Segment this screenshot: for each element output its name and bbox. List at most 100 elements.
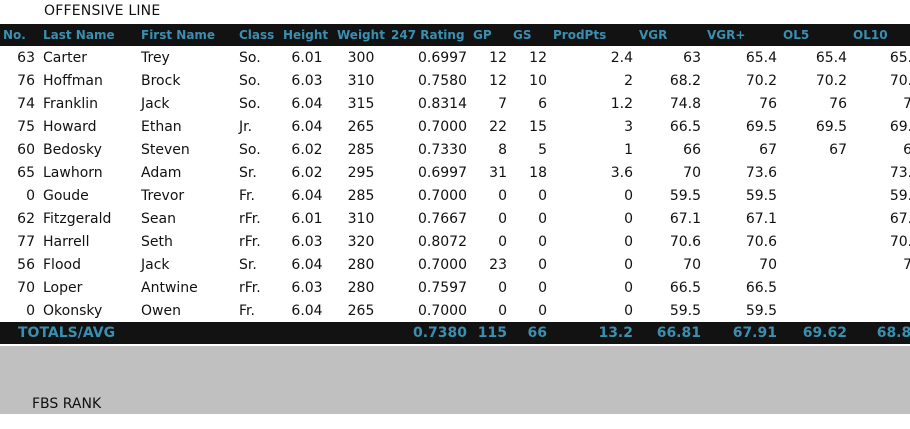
cell-first-name: Trevor	[141, 187, 185, 204]
table-row[interactable]: 76 Hoffman Brock So. 6.03 310 0.7580 12 10 2 68.2 7…	[0, 69, 910, 92]
totals-ol5: 69.62	[802, 325, 847, 341]
cell-gs: 5	[538, 141, 547, 158]
col-header-no[interactable]: No.	[0, 24, 40, 46]
cell-first-name: Jack	[141, 256, 170, 273]
cell-gp: 22	[489, 118, 507, 135]
cell-ol5	[780, 184, 850, 207]
cell-rating: 0.7000	[418, 118, 467, 135]
table-row[interactable]: 65 Lawhorn Adam Sr. 6.02 295 0.6997 31 18 3.6 70 73…	[0, 161, 910, 184]
cell-height: 6.04	[291, 95, 323, 112]
cell-last-name: Howard	[43, 118, 97, 135]
table-row[interactable]: 62 Fitzgerald Sean rFr. 6.01 310 0.7667 0 0 0 67.1…	[0, 207, 910, 230]
col-header-gs[interactable]: GS	[510, 24, 550, 46]
cell-first-name: Owen	[141, 302, 181, 319]
totals-prodpts: 13.2	[598, 325, 633, 341]
cell-ol10	[850, 299, 910, 322]
cell-vgr-plus: 66.5	[745, 279, 777, 296]
fbs-rank-band	[0, 346, 910, 414]
col-header-first-name[interactable]: First Name	[138, 24, 236, 46]
cell-no: 77	[17, 233, 35, 250]
col-header-rating[interactable]: 247 Rating	[388, 24, 470, 46]
cell-class: Sr.	[239, 256, 257, 273]
cell-class: So.	[239, 72, 261, 89]
cell-vgr: 59.5	[669, 187, 701, 204]
cell-gs: 0	[538, 302, 547, 319]
cell-ol10	[850, 276, 910, 299]
cell-class: rFr.	[239, 210, 261, 227]
table-row[interactable]: 63 Carter Trey So. 6.01 300 0.6997 12 12 2.4 63 65.…	[0, 46, 910, 69]
col-header-vgr-plus[interactable]: VGR+	[704, 24, 780, 46]
cell-gp: 0	[498, 187, 507, 204]
cell-first-name: Adam	[141, 164, 182, 181]
cell-prodpts: 0	[624, 302, 633, 319]
cell-last-name: Carter	[43, 49, 87, 66]
cell-ol10: 59.5	[889, 187, 910, 204]
cell-rating: 0.7597	[418, 279, 467, 296]
cell-gs: 0	[538, 187, 547, 204]
cell-prodpts: 2	[624, 72, 633, 89]
col-header-height[interactable]: Height	[280, 24, 334, 46]
col-header-last-name[interactable]: Last Name	[40, 24, 138, 46]
fbs-rank-label: FBS RANK	[32, 396, 102, 412]
col-header-class[interactable]: Class	[236, 24, 280, 46]
col-header-weight[interactable]: Weight	[334, 24, 388, 46]
cell-vgr-plus: 67	[759, 141, 777, 158]
cell-last-name: Hoffman	[43, 72, 103, 89]
cell-height: 6.02	[291, 141, 323, 158]
cell-ol5	[780, 230, 850, 253]
col-header-prodpts[interactable]: ProdPts	[550, 24, 636, 46]
cell-height: 6.03	[291, 279, 323, 296]
cell-ol10: 67.1	[889, 210, 910, 227]
cell-weight: 265	[347, 302, 375, 319]
roster-body: 63 Carter Trey So. 6.01 300 0.6997 12 12 2.4 63 65.…	[0, 46, 910, 322]
cell-height: 6.04	[291, 256, 323, 273]
cell-prodpts: 1	[624, 141, 633, 158]
cell-weight: 280	[347, 279, 375, 296]
cell-prodpts: 1.2	[610, 95, 633, 112]
cell-vgr: 70.6	[669, 233, 701, 250]
cell-class: Sr.	[239, 164, 257, 181]
cell-last-name: Franklin	[43, 95, 99, 112]
cell-ol5	[780, 161, 850, 184]
table-row[interactable]: 0 Okonsky Owen Fr. 6.04 265 0.7000 0 0 0 59.5 59.5	[0, 299, 910, 322]
cell-vgr-plus: 70.6	[745, 233, 777, 250]
table-row[interactable]: 56 Flood Jack Sr. 6.04 280 0.7000 23 0 0 70 70 70	[0, 253, 910, 276]
cell-no: 70	[17, 279, 35, 296]
table-row[interactable]: 0 Goude Trevor Fr. 6.04 285 0.7000 0 0 0 59.5 59.5 5…	[0, 184, 910, 207]
cell-rating: 0.7667	[418, 210, 467, 227]
cell-prodpts: 0	[624, 256, 633, 273]
table-row[interactable]: 70 Loper Antwine rFr. 6.03 280 0.7597 0 0 0 66.5 66…	[0, 276, 910, 299]
col-header-gp[interactable]: GP	[470, 24, 510, 46]
cell-ol10: 67	[903, 141, 910, 158]
cell-rating: 0.7000	[418, 256, 467, 273]
totals-row: TOTALS/AVG 0.7380 115 66 13.2 66.81 67.9…	[0, 322, 910, 344]
table-row[interactable]: 77 Harrell Seth rFr. 6.03 320 0.8072 0 0 0 70.6 70.…	[0, 230, 910, 253]
cell-first-name: Jack	[141, 95, 170, 112]
cell-vgr: 66.5	[669, 279, 701, 296]
cell-no: 0	[26, 302, 35, 319]
cell-vgr: 68.2	[669, 72, 701, 89]
cell-weight: 285	[347, 141, 375, 158]
cell-prodpts: 3.6	[610, 164, 633, 181]
cell-ol10: 69.5	[889, 118, 910, 135]
cell-weight: 310	[347, 210, 375, 227]
cell-ol10: 65.4	[889, 49, 910, 66]
cell-gs: 0	[538, 256, 547, 273]
cell-vgr-plus: 76	[759, 95, 777, 112]
cell-prodpts: 0	[624, 233, 633, 250]
cell-first-name: Brock	[141, 72, 181, 89]
cell-gp: 23	[489, 256, 507, 273]
col-header-vgr[interactable]: VGR	[636, 24, 704, 46]
table-row[interactable]: 74 Franklin Jack So. 6.04 315 0.8314 7 6 1.2 74.8 7…	[0, 92, 910, 115]
table-row[interactable]: 75 Howard Ethan Jr. 6.04 265 0.7000 22 15 3 66.5 69…	[0, 115, 910, 138]
col-header-ol10[interactable]: OL10	[850, 24, 910, 46]
totals-ol10: 68.89	[876, 325, 910, 341]
cell-height: 6.04	[291, 187, 323, 204]
cell-height: 6.02	[291, 164, 323, 181]
cell-no: 76	[17, 72, 35, 89]
col-header-ol5[interactable]: OL5	[780, 24, 850, 46]
cell-last-name: Loper	[43, 279, 83, 296]
table-row[interactable]: 60 Bedosky Steven So. 6.02 285 0.7330 8 5 1 66 67 67…	[0, 138, 910, 161]
cell-vgr-plus: 70	[759, 256, 777, 273]
cell-rating: 0.8314	[418, 95, 467, 112]
